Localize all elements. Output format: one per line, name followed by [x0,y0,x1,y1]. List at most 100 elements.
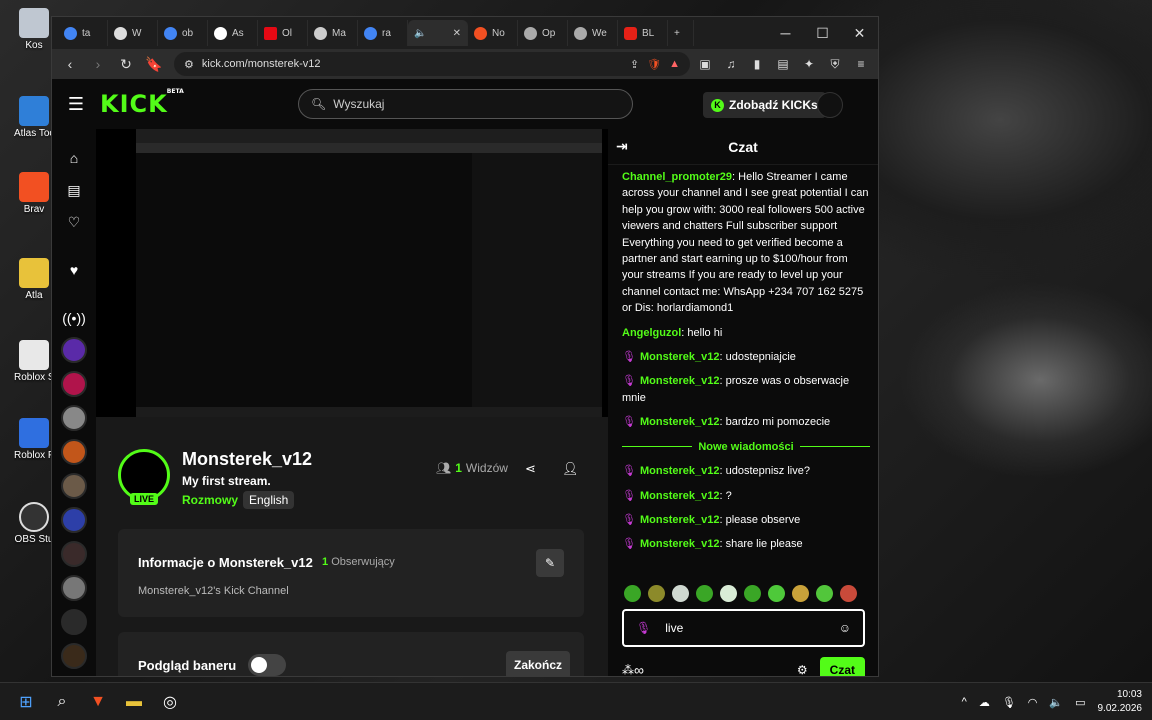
streamer-name[interactable]: Monsterek_v12 [182,449,312,470]
emote-icon[interactable] [840,585,857,602]
browser-tab[interactable]: As [208,20,258,46]
browser-tab[interactable]: Ma [308,20,358,46]
emote-icon[interactable] [816,585,833,602]
emote-icon[interactable] [648,585,665,602]
home-icon[interactable]: ⌂ [59,143,89,173]
new-tab-button[interactable]: + [668,20,694,46]
channel-avatar[interactable] [61,609,87,635]
send-chat-button[interactable]: Czat [819,657,865,676]
clock[interactable]: 10:03 9.02.2026 [1098,688,1143,716]
end-button[interactable]: Zakończ [506,651,571,676]
channel-avatar[interactable] [61,473,87,499]
user-avatar[interactable] [817,92,843,118]
infinity-icon[interactable]: ∞ [634,662,644,676]
wallet-icon[interactable]: ▤ [772,57,794,71]
url-field[interactable]: ⚙ kick.com/monsterek-v12 ⇪ 🛡 ▲ [174,52,690,76]
language-tag[interactable]: English [243,491,295,509]
video-player[interactable] [96,129,608,417]
start-menu-icon[interactable]: ⊞ [8,684,44,720]
forward-button[interactable]: › [86,56,110,72]
emote-icon[interactable] [624,585,641,602]
channel-avatar[interactable] [61,371,87,397]
chat-settings-gear-icon[interactable]: ⚙ [797,663,808,676]
viewer-count: 👥︎ 1 Widzów [436,461,508,475]
desktop-icon-roblox-player[interactable]: Roblox P [14,418,54,461]
file-explorer-icon[interactable]: ▬ [116,684,152,720]
reload-button[interactable]: ↻ [114,56,138,73]
emote-icon[interactable] [720,585,737,602]
emote-icon[interactable] [696,585,713,602]
share-icon[interactable]: ⋖ [525,461,536,477]
battery-icon[interactable]: ▭ [1075,696,1085,709]
desktop-icon-roblox-studio[interactable]: Roblox S [14,340,54,383]
tray-chevron-icon[interactable]: ^ [962,696,967,708]
channel-avatar[interactable] [61,439,87,465]
emote-icon[interactable] [672,585,689,602]
wifi-icon[interactable]: ◠ [1028,696,1038,709]
obs-taskbar-icon[interactable]: ◎ [152,684,188,720]
sidebar-icon[interactable]: ▮ [746,57,768,71]
desktop-icon-atlas[interactable]: Atla [14,258,54,301]
edit-pencil-button[interactable]: ✎ [536,549,564,577]
volume-icon[interactable]: 🔈 [1049,696,1063,709]
media-icon[interactable]: ♫ [720,57,742,71]
desktop-icon-recycle-bin[interactable]: Kos [14,8,54,51]
get-kicks-button[interactable]: K Zdobądź KICKs [703,92,826,118]
browser-tab[interactable]: W [108,20,158,46]
maximize-button[interactable]: ☐ [804,25,841,42]
share-page-icon[interactable]: ⇪ [630,58,639,71]
microphone-icon[interactable]: 🎙︎ [1002,696,1016,709]
favorites-heart-icon[interactable]: ♥ [59,255,89,285]
desktop-icon-brave[interactable]: Brav [14,172,54,215]
site-info-icon[interactable]: ⚙ [184,58,194,71]
desktop-icon-atlas-tool[interactable]: Atlas Too [14,96,54,139]
brave-rewards-icon[interactable]: ▲ [669,58,680,70]
browser-tab[interactable]: We [568,20,618,46]
emoji-picker-icon[interactable]: ☺ [839,621,851,635]
channel-avatar[interactable] [61,643,87,669]
emote-icon[interactable] [768,585,785,602]
browser-tab[interactable]: Ol [258,20,308,46]
hamburger-menu-icon[interactable]: ☰ [52,94,100,115]
minimize-button[interactable]: ─ [767,25,804,42]
browser-tab[interactable]: Op [518,20,568,46]
browser-tab[interactable]: BL [618,20,668,46]
stream-category[interactable]: Rozmowy [182,493,238,507]
chat-message-input[interactable]: 🎙︎ live ☺ [622,609,865,647]
close-window-button[interactable]: ✕ [841,25,878,42]
bookmark-icon[interactable]: 🔖 [142,56,166,73]
browse-icon[interactable]: ▤ [59,175,89,205]
browser-tab[interactable]: No [468,20,518,46]
vpn-icon[interactable]: ⛨ [824,57,846,72]
browser-tab[interactable]: ob [158,20,208,46]
menu-icon[interactable]: ≡ [850,57,872,71]
banner-preview-toggle[interactable] [248,654,286,676]
browser-tab[interactable]: ta [58,20,108,46]
channel-avatar[interactable] [61,575,87,601]
collapse-chat-icon[interactable]: ⇥ [616,138,628,155]
browser-tab-active[interactable]: 🔈 ✕ [408,20,468,46]
kick-logo[interactable]: KICK BETA [100,88,184,118]
leo-ai-icon[interactable]: ✦ [798,57,820,71]
follow-user-icon[interactable]: 👤︎ [562,461,579,477]
live-broadcast-icon[interactable]: ((•)) [59,303,89,333]
amazon-icon [214,26,227,40]
reader-mode-icon[interactable]: ▣ [694,57,716,71]
cloud-icon[interactable]: ☁ [979,696,990,709]
channel-avatar[interactable] [61,507,87,533]
points-icon[interactable]: ⁂ [622,663,634,676]
emote-icon[interactable] [792,585,809,602]
following-icon[interactable]: ♡ [59,207,89,237]
channel-avatar[interactable] [61,405,87,431]
browser-tab[interactable]: ra [358,20,408,46]
close-tab-icon[interactable]: ✕ [453,28,461,39]
brave-taskbar-icon[interactable]: ▼ [80,684,116,720]
emote-icon[interactable] [744,585,761,602]
desktop-icon-obs[interactable]: OBS Stu [14,502,54,545]
search-input[interactable]: 🔍︎ Wyszukaj [298,89,633,119]
brave-shield-icon[interactable]: 🛡 [647,58,661,71]
back-button[interactable]: ‹ [58,56,82,72]
search-icon[interactable]: ⌕ [44,684,80,720]
channel-avatar[interactable] [61,337,87,363]
channel-avatar[interactable] [61,541,87,567]
